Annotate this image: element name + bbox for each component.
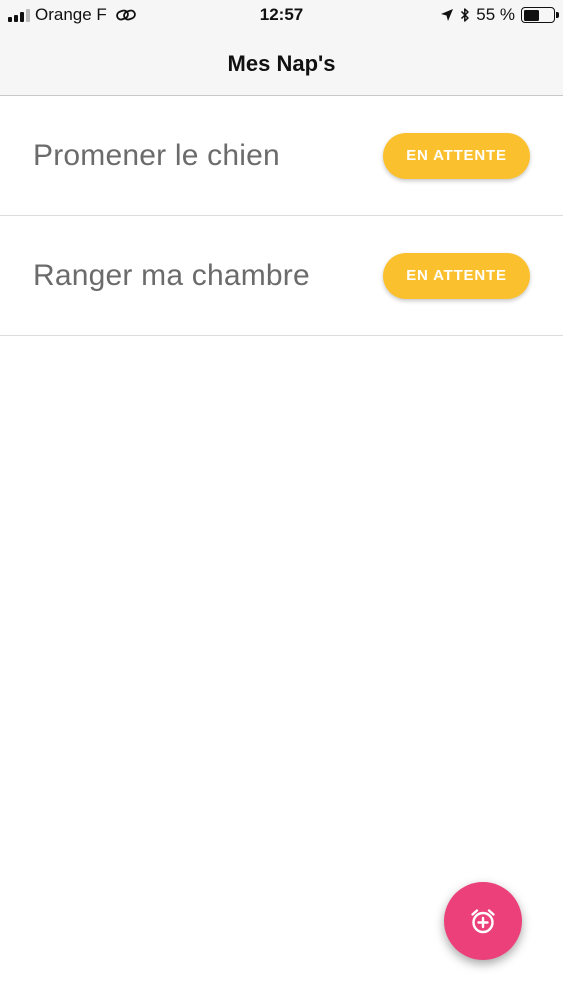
carrier-name: Orange F — [35, 5, 107, 24]
app-screen: Orange F 12:57 55 % Mes Nap's Promener l… — [0, 0, 563, 1000]
nav-bar: Mes Nap's — [0, 32, 563, 96]
location-arrow-icon — [440, 8, 454, 22]
add-alarm-button[interactable] — [444, 882, 522, 960]
battery-fill — [523, 9, 540, 21]
page-title: Mes Nap's — [227, 50, 336, 76]
status-bar: Orange F 12:57 55 % — [0, 0, 563, 32]
battery-cap — [556, 12, 559, 18]
task-list: Promener le chien EN ATTENTE Ranger ma c… — [0, 96, 563, 336]
bluetooth-icon — [460, 7, 470, 23]
status-badge-button[interactable]: EN ATTENTE — [383, 252, 530, 299]
status-left: Orange F — [8, 5, 136, 25]
task-label: Ranger ma chambre — [33, 258, 310, 292]
alarm-add-icon — [468, 906, 498, 936]
battery-percent: 55 % — [476, 5, 515, 24]
status-badge-button[interactable]: EN ATTENTE — [383, 132, 530, 179]
task-label: Promener le chien — [33, 138, 280, 172]
link-icon — [116, 8, 136, 22]
status-right: 55 % — [440, 5, 559, 25]
battery-icon — [521, 7, 559, 23]
list-item[interactable]: Ranger ma chambre EN ATTENTE — [0, 216, 563, 336]
list-item[interactable]: Promener le chien EN ATTENTE — [0, 96, 563, 216]
signal-icon — [8, 8, 30, 22]
